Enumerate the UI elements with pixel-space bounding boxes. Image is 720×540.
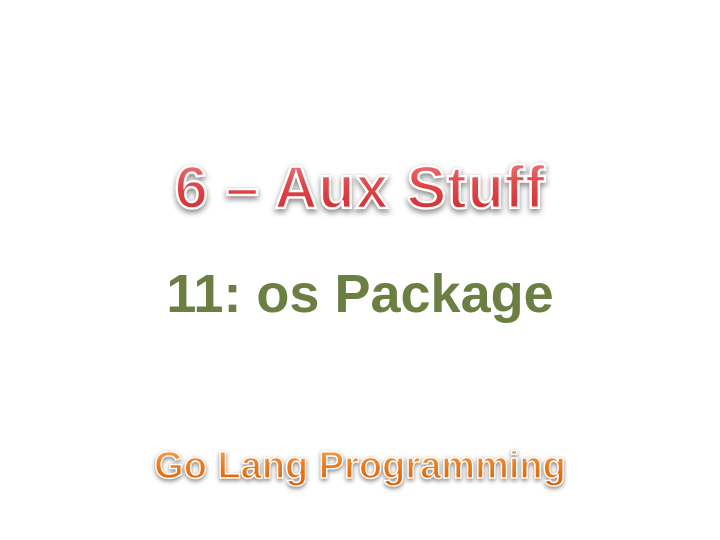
slide-subtitle: 11: os Package [166,264,554,324]
slide-title: 6 – Aux Stuff [0,150,720,226]
slide-footer: Go Lang Programming [0,441,720,491]
slide: 6 – Aux Stuff 11: os Package Go Lang Pro… [0,0,720,540]
